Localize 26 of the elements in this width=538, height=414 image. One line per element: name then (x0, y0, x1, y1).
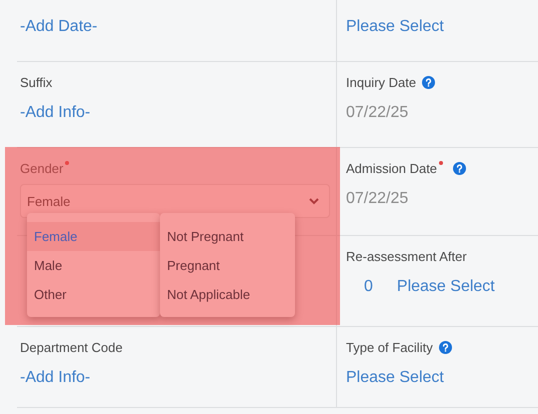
help-icon[interactable] (438, 341, 452, 354)
menu-option[interactable]: Female (27, 222, 160, 251)
unit-select-link[interactable]: Please Select (396, 276, 495, 298)
date-value: 07/22/25 (346, 103, 410, 123)
date-value: 07/22/25 (346, 189, 410, 209)
help-icon[interactable] (453, 162, 466, 175)
value-link[interactable]: -Add Info- (20, 102, 330, 124)
menu-option[interactable]: Other (27, 280, 160, 309)
chevron-down-icon (309, 198, 319, 204)
value-link[interactable]: Please Select (346, 367, 538, 389)
value-link[interactable]: -Add Date- (20, 16, 330, 38)
menu-option[interactable]: Pregnant (160, 251, 295, 280)
menu-option[interactable]: Not Applicable (160, 280, 295, 309)
value-link[interactable]: Please Select (346, 16, 538, 38)
field-label: Suffix (20, 74, 52, 92)
value-link[interactable]: -Add Info- (20, 367, 330, 389)
count-value[interactable]: 0 (364, 276, 373, 298)
menu-option[interactable]: Male (27, 251, 160, 280)
field-label: Inquiry Date (346, 74, 416, 92)
field-label: Type of Facility (346, 339, 433, 357)
field-label: Department Code (20, 339, 123, 357)
field-label: Admission Date (346, 160, 438, 178)
menu-option[interactable]: Not Pregnant (160, 222, 295, 251)
field-label: Re-assessment After (346, 248, 467, 266)
field-label: Gender (20, 160, 64, 178)
help-icon[interactable] (422, 76, 436, 89)
